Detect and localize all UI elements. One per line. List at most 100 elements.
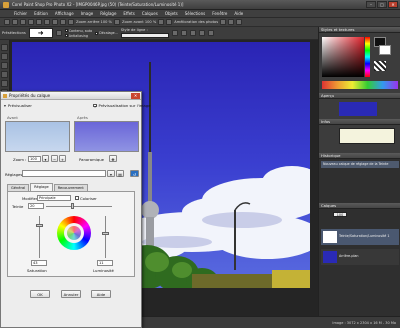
pattern-swatch[interactable] xyxy=(374,61,386,71)
layer-properties-dialog: Propriétés du calque ✕ ▾ Prévisualiser P… xyxy=(0,91,151,328)
browser-icon[interactable] xyxy=(60,19,66,25)
menu-window[interactable]: Fenêtre xyxy=(212,11,227,16)
selection-tool-icon[interactable] xyxy=(1,80,8,87)
cancel-button[interactable]: Annuler xyxy=(61,290,81,298)
save-preset-icon[interactable]: ▤ xyxy=(116,170,124,177)
lightness-slider-track[interactable] xyxy=(105,216,106,258)
antialias-checkbox[interactable]: Antialiasing xyxy=(64,34,92,38)
overview-thumbnail[interactable] xyxy=(339,102,377,116)
palette-icon[interactable] xyxy=(220,19,227,25)
history-item[interactable]: Nouveau calque de réglage de la Teinte xyxy=(321,161,399,168)
hue-color-wheel[interactable] xyxy=(57,216,91,250)
colorize-label: Coloriser xyxy=(80,196,97,201)
saturation-slider-thumb[interactable] xyxy=(36,224,43,227)
swatch-strip[interactable] xyxy=(322,81,398,89)
background-swatch[interactable] xyxy=(379,45,391,55)
arrow-end-icon[interactable] xyxy=(189,30,196,36)
presets-select[interactable] xyxy=(22,170,106,177)
before-preview[interactable] xyxy=(5,121,70,152)
preview-on-image-box[interactable] xyxy=(93,103,97,108)
redo-icon[interactable] xyxy=(44,19,50,25)
layers-toggle-icon[interactable] xyxy=(228,19,235,25)
colorize-checkbox[interactable] xyxy=(75,196,79,200)
preview-on-image-checkbox[interactable]: Prévisualisation sur l'image xyxy=(93,103,151,108)
maximize-button[interactable]: □ xyxy=(377,1,387,8)
stroke-icon[interactable] xyxy=(198,30,205,36)
lightness-slider-thumb[interactable] xyxy=(102,232,109,235)
crop-icon[interactable] xyxy=(52,19,58,25)
offset-checkbox[interactable]: Décalage... xyxy=(95,31,118,35)
menu-help[interactable]: Aide xyxy=(234,11,243,16)
menu-selections[interactable]: Sélections xyxy=(185,11,206,16)
reset-preset-icon[interactable]: ↺ xyxy=(130,170,139,177)
undo-icon[interactable] xyxy=(36,19,42,25)
overview-panel xyxy=(319,99,400,119)
presets-dropdown-button[interactable]: ▾ xyxy=(107,170,115,177)
zoom-out-label[interactable]: Zoom arrière 100 % xyxy=(76,20,112,24)
minimize-button[interactable]: – xyxy=(366,1,376,8)
one-step-icon[interactable] xyxy=(158,19,165,25)
help-button[interactable]: Aide xyxy=(91,290,111,298)
info-panel xyxy=(319,125,400,153)
tool-preset-preview[interactable]: ➜ xyxy=(28,28,53,38)
zoom-dropdown-button[interactable]: ▾ xyxy=(42,155,49,162)
menu-image[interactable]: Image xyxy=(81,11,94,16)
preset-dropdown-icon[interactable] xyxy=(55,30,62,36)
menu-layers[interactable]: Calques xyxy=(142,11,158,16)
new-icon[interactable] xyxy=(4,19,10,25)
zoom-field[interactable]: 100 xyxy=(28,156,41,162)
tab-adjustment[interactable]: Réglage xyxy=(30,183,53,191)
layer-row[interactable]: Teinte/Saturation/Luminosité 1 xyxy=(321,229,399,245)
menu-edit[interactable]: Edition xyxy=(34,11,48,16)
pick-tool-icon[interactable] xyxy=(1,71,8,78)
after-label: Après xyxy=(77,115,88,120)
tab-general[interactable]: Général xyxy=(7,184,30,191)
layer-opacity-field[interactable]: 100 xyxy=(333,212,347,217)
lightness-field[interactable]: 11 xyxy=(97,260,113,266)
open-icon[interactable] xyxy=(12,19,18,25)
info-preview xyxy=(339,128,395,144)
print-icon[interactable] xyxy=(28,19,34,25)
after-preview[interactable] xyxy=(74,121,139,152)
menu-objects[interactable]: Objets xyxy=(165,11,178,16)
hue-slider-thumb[interactable] xyxy=(71,203,74,209)
dialog-close-button[interactable]: ✕ xyxy=(131,93,140,99)
auto-content-checkbox[interactable]: Contenu, auto xyxy=(64,29,92,33)
preview-arrow-icon[interactable]: ▾ xyxy=(4,103,6,108)
tab-overlay[interactable]: Recouvrement xyxy=(53,184,88,191)
line-style-select[interactable] xyxy=(120,33,169,38)
zoom-in-label[interactable]: Zoom avant 100 % xyxy=(122,20,156,24)
dialog-icon xyxy=(3,94,7,98)
zoom-out-icon[interactable] xyxy=(68,19,74,25)
close-button[interactable]: ✕ xyxy=(388,1,398,8)
zoom-tool-icon[interactable] xyxy=(1,53,8,60)
hue-slider-track[interactable] xyxy=(46,206,112,207)
smart-fix-icon[interactable] xyxy=(166,19,173,25)
move-tool-icon[interactable] xyxy=(1,62,8,69)
ok-button[interactable]: OK xyxy=(30,290,50,298)
layer-row[interactable]: Arrière-plan xyxy=(321,249,399,265)
hue-strip[interactable] xyxy=(365,37,370,77)
zoom-in-button[interactable]: + xyxy=(59,155,66,162)
color-picker[interactable] xyxy=(322,37,364,77)
save-icon[interactable] xyxy=(20,19,26,25)
zoom-in-icon[interactable] xyxy=(113,19,120,25)
menu-file[interactable]: Fichier xyxy=(14,11,27,16)
saturation-slider-track[interactable] xyxy=(39,216,40,258)
line-join-icon[interactable] xyxy=(171,30,178,36)
modify-select[interactable]: Principale xyxy=(37,195,71,201)
zoom-out-button[interactable]: − xyxy=(51,155,58,162)
menu-view[interactable]: Affichage xyxy=(55,11,74,16)
arrow-start-icon[interactable] xyxy=(180,30,187,36)
saturation-field[interactable]: 43 xyxy=(31,260,47,266)
fill-icon[interactable] xyxy=(207,30,214,36)
pan-tool-icon[interactable] xyxy=(1,44,8,51)
menu-adjust[interactable]: Réglage xyxy=(100,11,116,16)
enhance-photo-menu[interactable]: Amélioration des photos xyxy=(174,20,218,24)
line-style-label: Style de ligne : xyxy=(120,28,148,32)
menu-effects[interactable]: Effets xyxy=(123,11,134,16)
history-toggle-icon[interactable] xyxy=(236,19,243,25)
modify-label: Modifier xyxy=(22,196,38,201)
hue-field[interactable]: 20 xyxy=(28,203,44,209)
pan-button[interactable]: ✥ xyxy=(109,155,117,162)
